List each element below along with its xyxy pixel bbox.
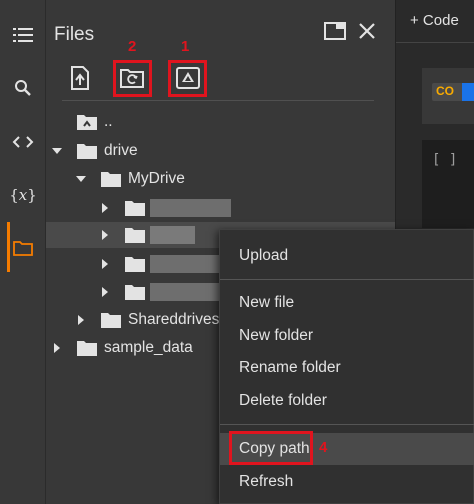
menu-item-upload[interactable]: Upload (220, 240, 474, 272)
folder-icon (101, 171, 121, 187)
cell-run-indicator: [ ] (432, 152, 458, 168)
annotation-box-copy-path (229, 431, 313, 465)
folder-icon (125, 284, 145, 300)
folder-icon (101, 312, 121, 328)
close-icon[interactable] (354, 18, 380, 44)
menu-item-new-folder[interactable]: New folder (220, 320, 474, 352)
upload-file-icon[interactable] (64, 62, 96, 94)
folder-icon (77, 143, 97, 159)
folder-icon (125, 227, 145, 243)
toolbar-divider (62, 100, 374, 101)
add-code-button[interactable]: + Code (410, 12, 459, 29)
menu-item-rename-folder[interactable]: Rename folder (220, 352, 474, 384)
variables-icon[interactable]: {𝑥} (8, 180, 38, 210)
redacted-name (150, 283, 220, 301)
chevron-down-icon[interactable] (52, 146, 62, 156)
folder-icon[interactable] (8, 233, 38, 263)
folder-icon (77, 340, 97, 356)
menu-separator (220, 424, 474, 425)
tree-row-drive[interactable]: drive (46, 138, 395, 164)
colab-logo-accent (462, 83, 474, 101)
folder-icon (125, 200, 145, 216)
header-divider (396, 42, 474, 43)
chevron-right-icon[interactable] (100, 259, 110, 269)
menu-item-new-file[interactable]: New file (220, 287, 474, 319)
redacted-name (150, 255, 220, 273)
annotation-number-2: 2 (128, 38, 137, 55)
chevron-right-icon[interactable] (100, 287, 110, 297)
annotation-box-refresh (113, 60, 152, 97)
folder-icon (125, 256, 145, 272)
tree-label-drive: drive (104, 142, 138, 159)
tree-label-shareddrives: Shareddrives (128, 311, 220, 328)
chevron-right-icon[interactable] (76, 315, 86, 325)
chevron-down-icon[interactable] (76, 174, 86, 184)
annotation-number-1: 1 (181, 38, 190, 55)
panel-title: Files (54, 24, 95, 45)
tree-row-parent[interactable]: .. (46, 110, 395, 136)
chevron-right-icon[interactable] (52, 343, 62, 353)
tree-label-mydrive: MyDrive (128, 170, 185, 187)
menu-item-refresh[interactable]: Refresh (220, 466, 474, 498)
tree-row-mydrive[interactable]: MyDrive (46, 166, 395, 192)
menu-icon[interactable] (8, 20, 38, 50)
colab-logo: CO (432, 83, 474, 101)
chevron-right-icon[interactable] (100, 203, 110, 213)
upload-folder-icon (77, 114, 97, 130)
tree-label-parent: .. (104, 113, 113, 130)
search-icon[interactable] (8, 73, 38, 103)
chevron-right-icon[interactable] (100, 230, 110, 240)
activity-rail: {𝑥} (0, 0, 46, 504)
tree-row-folder[interactable] (46, 195, 395, 221)
code-icon[interactable] (8, 127, 38, 157)
redacted-name (150, 226, 195, 244)
annotation-number-4: 4 (319, 439, 328, 456)
annotation-box-drive (168, 60, 207, 97)
tree-label-sample-data: sample_data (104, 339, 193, 356)
colab-logo-text: CO (436, 84, 454, 98)
window-icon[interactable] (322, 18, 348, 44)
menu-separator (220, 279, 474, 280)
menu-item-delete-folder[interactable]: Delete folder (220, 385, 474, 417)
redacted-name (150, 199, 231, 217)
